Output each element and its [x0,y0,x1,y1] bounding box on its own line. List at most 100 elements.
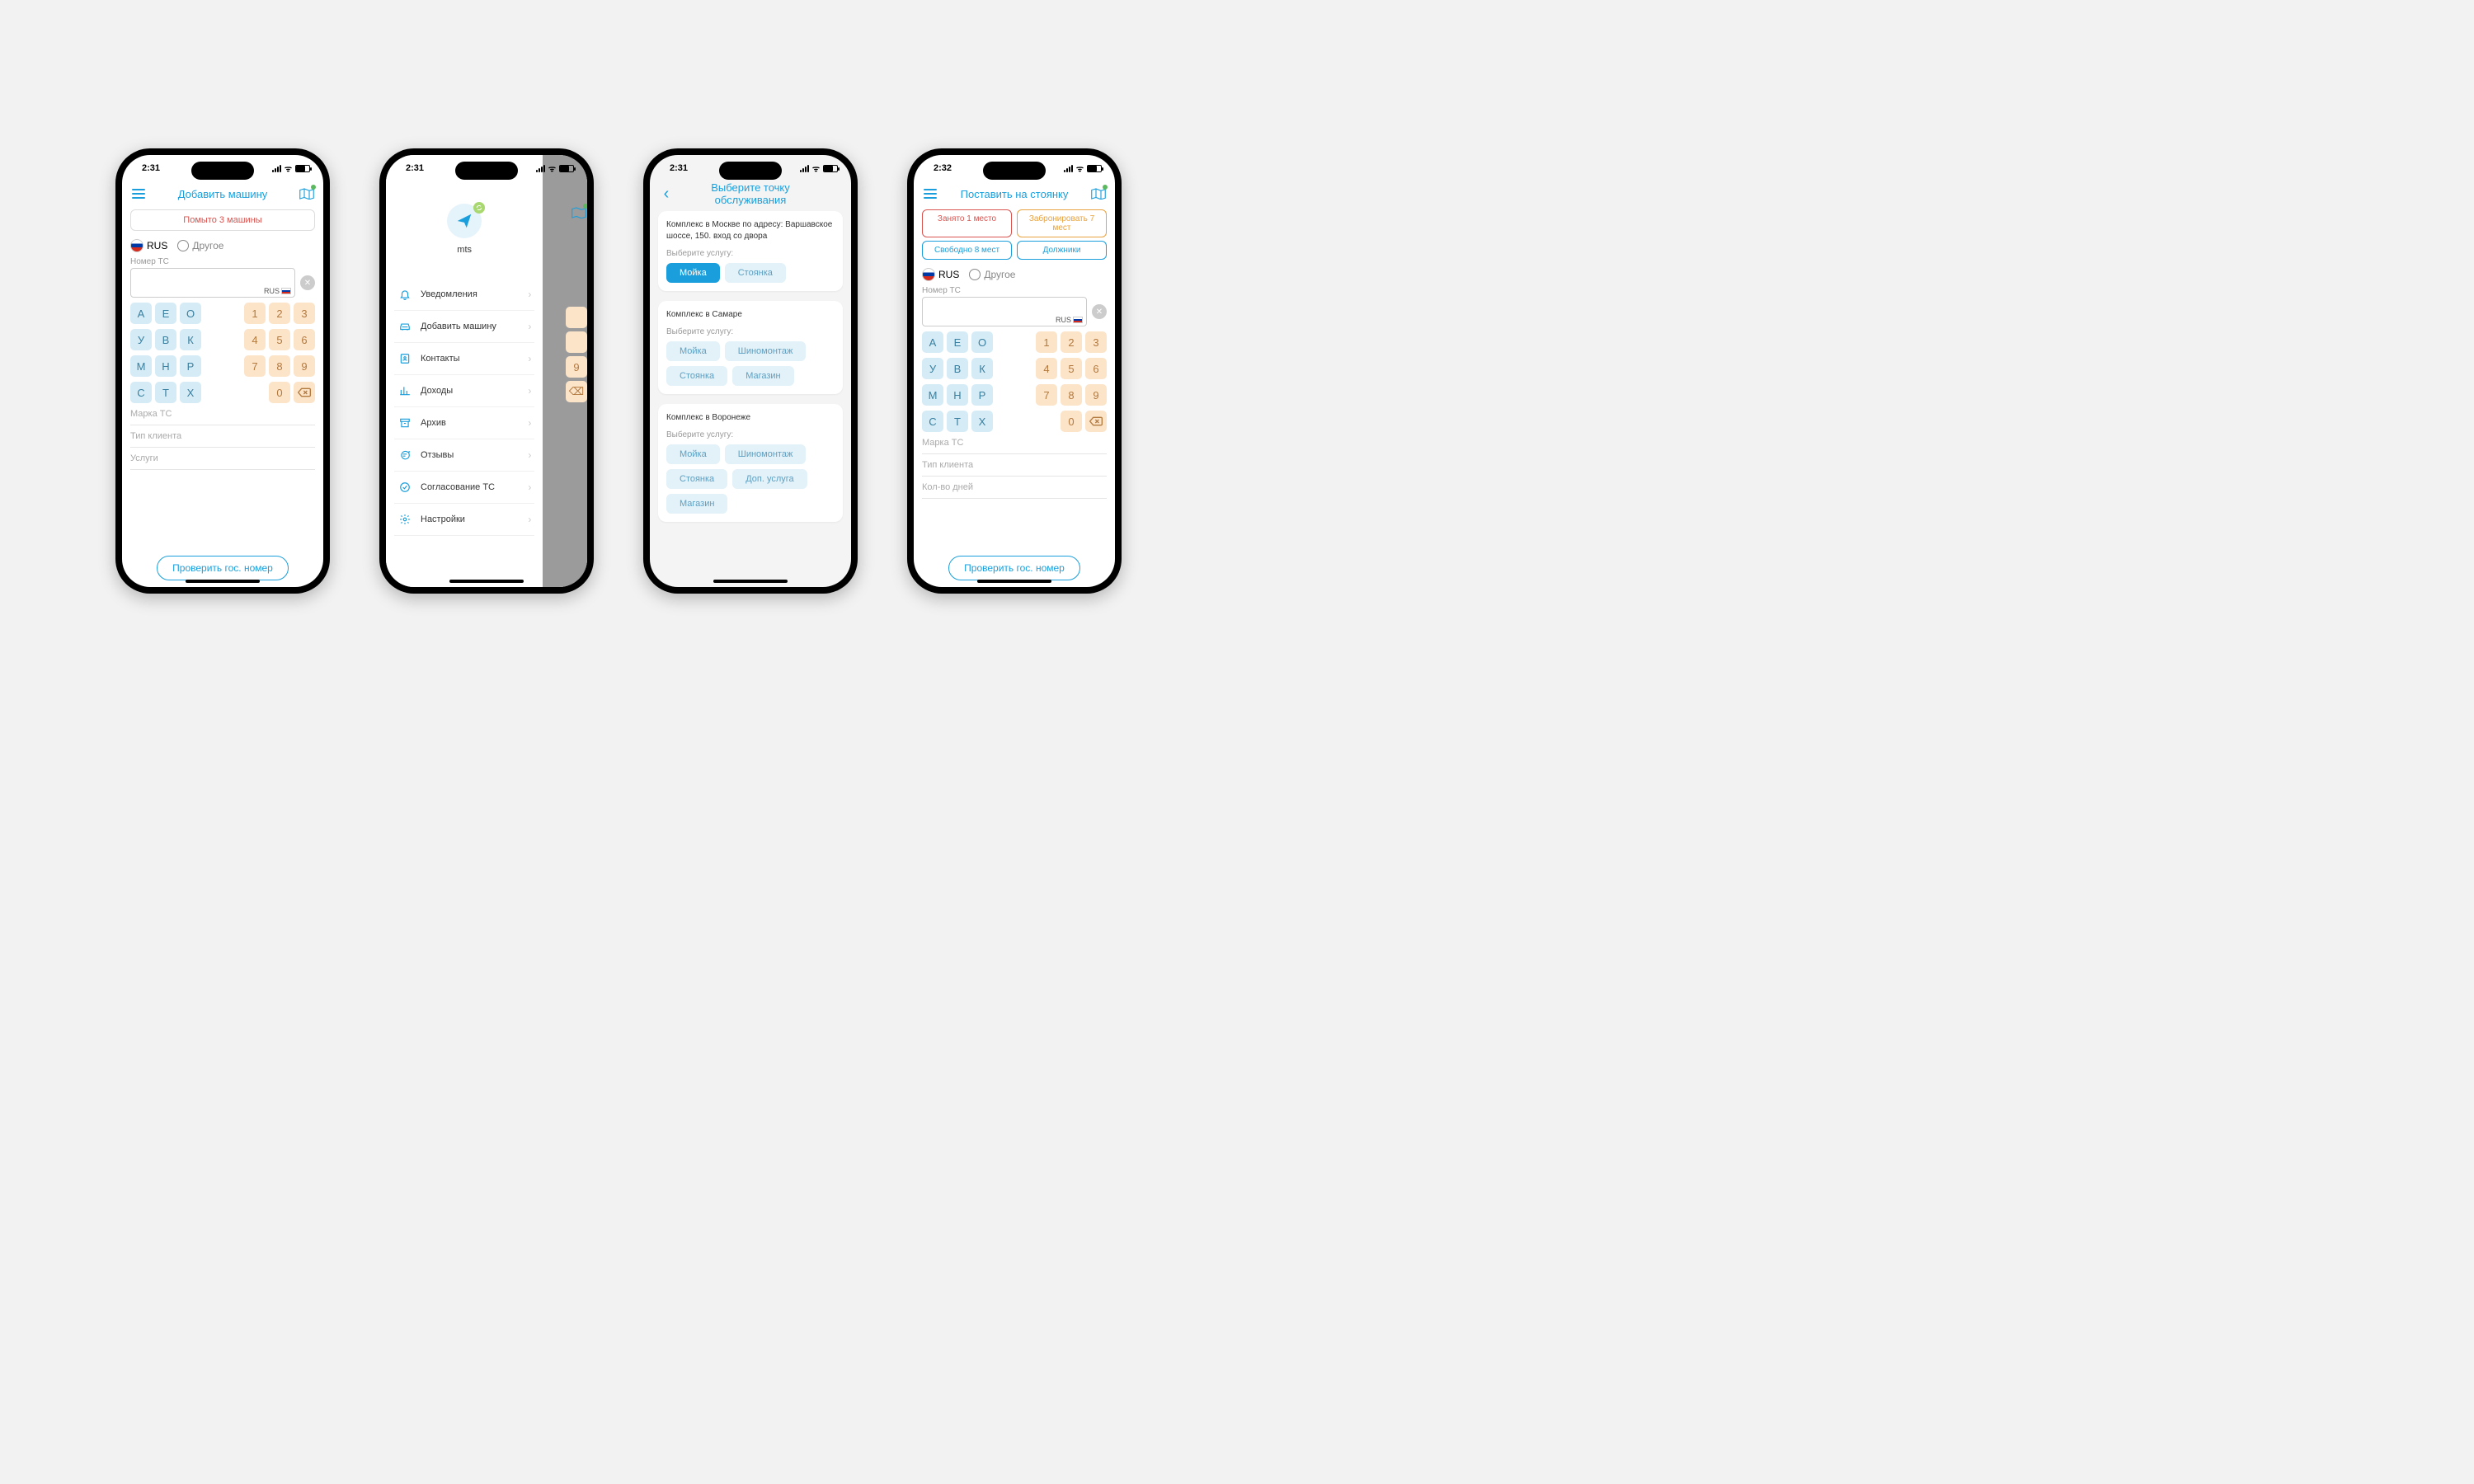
country-other-option[interactable]: Другое [969,269,1015,280]
service-button[interactable]: Доп. услуга [732,469,807,489]
status-chip[interactable]: Занято 1 место [922,209,1012,237]
service-button[interactable]: Магазин [666,494,727,514]
user-avatar[interactable] [447,204,482,238]
letter-key-С[interactable]: С [130,382,152,403]
home-indicator[interactable] [186,580,260,583]
letter-key-К[interactable]: К [971,358,993,379]
menu-item-approve[interactable]: Согласование ТС› [394,472,534,504]
back-button[interactable]: ‹ [658,186,675,202]
letter-key-В[interactable]: В [155,329,176,350]
menu-item-car[interactable]: Добавить машину› [394,311,534,343]
menu-item-bell[interactable]: Уведомления› [394,279,534,311]
home-indicator[interactable] [977,580,1051,583]
letter-key-Н[interactable]: Н [947,384,968,406]
service-button[interactable]: Мойка [666,444,720,464]
clear-button[interactable]: ✕ [300,275,315,290]
chevron-right-icon: › [528,514,531,525]
letter-key-Р[interactable]: Р [971,384,993,406]
number-key-3[interactable]: 3 [1085,331,1107,353]
letter-key-Х[interactable]: Х [971,411,993,432]
menu-item-archive[interactable]: Архив› [394,407,534,439]
service-button[interactable]: Шиномонтаж [725,341,807,361]
letter-key-Е[interactable]: Е [947,331,968,353]
services-field[interactable]: Услуги [130,448,315,470]
number-key-5[interactable]: 5 [269,329,290,350]
number-key-4[interactable]: 4 [1036,358,1057,379]
service-button[interactable]: Шиномонтаж [725,444,807,464]
number-key-9[interactable]: 9 [294,355,315,377]
service-button[interactable]: Стоянка [725,263,786,283]
number-key-5[interactable]: 5 [1061,358,1082,379]
status-chip[interactable]: Свободно 8 мест [922,241,1012,260]
status-chip[interactable]: Забронировать 7 мест [1017,209,1107,237]
letter-key-Н[interactable]: Н [155,355,176,377]
letter-key-Е[interactable]: Е [155,303,176,324]
number-key-6[interactable]: 6 [1085,358,1107,379]
number-key-3[interactable]: 3 [294,303,315,324]
number-key-1[interactable]: 1 [1036,331,1057,353]
client-type-field[interactable]: Тип клиента [130,425,315,448]
letter-key-Р[interactable]: Р [180,355,201,377]
number-key-6[interactable]: 6 [294,329,315,350]
number-key-9[interactable]: 9 [1085,384,1107,406]
letter-key-С[interactable]: С [922,411,943,432]
country-rus-option[interactable]: RUS [922,268,959,281]
plate-input[interactable]: RUS [922,297,1087,326]
menu-item-contacts[interactable]: Контакты› [394,343,534,375]
menu-button[interactable] [130,186,147,202]
chevron-right-icon: › [528,417,531,429]
service-button[interactable]: Магазин [732,366,793,386]
letter-key-М[interactable]: М [130,355,152,377]
letter-key-Т[interactable]: Т [155,382,176,403]
service-button[interactable]: Стоянка [666,469,727,489]
service-button[interactable]: Стоянка [666,366,727,386]
letter-key-А[interactable]: А [130,303,152,324]
number-key-0[interactable]: 0 [269,382,290,403]
country-rus-option[interactable]: RUS [130,239,167,252]
letter-key-В[interactable]: В [947,358,968,379]
menu-item-gear[interactable]: Настройки› [394,504,534,536]
menu-item-chart[interactable]: Доходы› [394,375,534,407]
number-key-4[interactable]: 4 [244,329,266,350]
number-key-1[interactable]: 1 [244,303,266,324]
client-type-field[interactable]: Тип клиента [922,454,1107,477]
menu-button[interactable] [922,186,938,202]
letter-key-О[interactable]: О [180,303,201,324]
letter-key-Т[interactable]: Т [947,411,968,432]
service-button[interactable]: Мойка [666,263,720,283]
menu-item-reviews[interactable]: Отзывы› [394,439,534,472]
letter-key-К[interactable]: К [180,329,201,350]
map-button[interactable] [1090,186,1107,202]
number-key-2[interactable]: 2 [269,303,290,324]
check-plate-button[interactable]: Проверить гос. номер [157,556,289,580]
home-indicator[interactable] [713,580,788,583]
backspace-key[interactable] [294,382,315,403]
letter-key-А[interactable]: А [922,331,943,353]
number-key-2[interactable]: 2 [1061,331,1082,353]
country-other-option[interactable]: Другое [177,240,223,251]
map-button[interactable] [299,186,315,202]
plate-input[interactable]: RUS [130,268,295,298]
letter-key-У[interactable]: У [130,329,152,350]
number-key-7[interactable]: 7 [244,355,266,377]
number-key-8[interactable]: 8 [1061,384,1082,406]
wash-count-banner[interactable]: Помыто 3 машины [130,209,315,231]
brand-field[interactable]: Марка ТС [922,432,1107,454]
letter-key-М[interactable]: М [922,384,943,406]
letter-key-О[interactable]: О [971,331,993,353]
signal-icon [536,165,545,172]
backspace-key[interactable] [1085,411,1107,432]
number-key-7[interactable]: 7 [1036,384,1057,406]
letter-key-У[interactable]: У [922,358,943,379]
wifi-icon: ᯤ [812,162,820,174]
brand-field[interactable]: Марка ТС [130,403,315,425]
number-key-8[interactable]: 8 [269,355,290,377]
clear-button[interactable]: ✕ [1092,304,1107,319]
service-button[interactable]: Мойка [666,341,720,361]
home-indicator[interactable] [449,580,524,583]
letter-key-Х[interactable]: Х [180,382,201,403]
status-chip[interactable]: Должники [1017,241,1107,260]
number-key-0[interactable]: 0 [1061,411,1082,432]
days-field[interactable]: Кол-во дней [922,477,1107,499]
check-plate-button[interactable]: Проверить гос. номер [948,556,1080,580]
